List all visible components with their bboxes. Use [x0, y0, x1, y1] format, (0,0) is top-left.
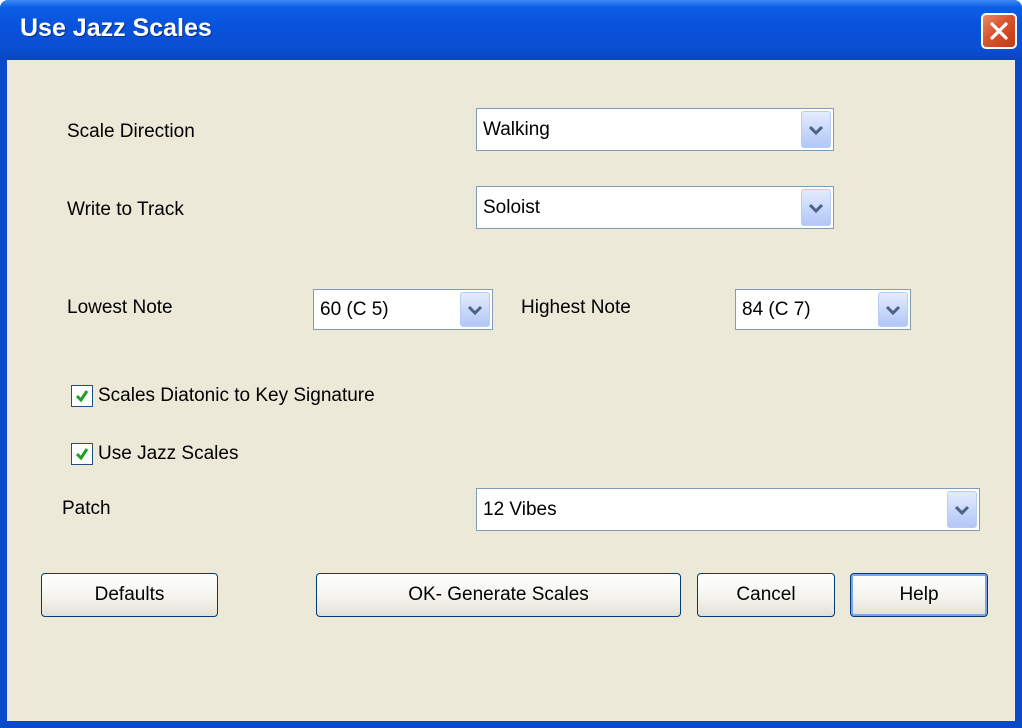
patch-value: 12 Vibes — [483, 498, 557, 520]
lowest-note-label: Lowest Note — [67, 297, 173, 318]
patch-dropdown-button[interactable] — [947, 491, 977, 528]
write-to-track-dropdown[interactable]: Soloist — [476, 186, 834, 229]
dialog-title: Use Jazz Scales — [20, 14, 212, 42]
dialog-body: Scale Direction Walking Write to Track S… — [7, 60, 1015, 721]
scales-diatonic-checkbox-row[interactable]: Scales Diatonic to Key Signature — [71, 385, 375, 407]
ok-generate-scales-button[interactable]: OK- Generate Scales — [316, 573, 681, 617]
checkmark-icon — [75, 390, 89, 403]
lowest-note-value: 60 (C 5) — [320, 298, 389, 320]
patch-label: Patch — [62, 498, 111, 519]
scale-direction-dropdown[interactable]: Walking — [476, 108, 834, 151]
checkmark-icon — [75, 448, 89, 461]
highest-note-dropdown-button[interactable] — [878, 292, 908, 327]
use-jazz-scales-checkbox[interactable] — [71, 443, 93, 465]
highest-note-dropdown[interactable]: 84 (C 7) — [735, 289, 911, 330]
use-jazz-scales-checkbox-row[interactable]: Use Jazz Scales — [71, 443, 238, 465]
highest-note-label: Highest Note — [521, 297, 631, 318]
write-to-track-value: Soloist — [483, 196, 541, 218]
close-icon — [990, 22, 1008, 40]
chevron-down-icon — [467, 305, 483, 315]
chevron-down-icon — [885, 305, 901, 315]
cancel-button[interactable]: Cancel — [697, 573, 835, 617]
lowest-note-dropdown-button[interactable] — [460, 292, 490, 327]
patch-dropdown[interactable]: 12 Vibes — [476, 488, 980, 531]
help-button[interactable]: Help — [850, 573, 988, 617]
use-jazz-scales-label: Use Jazz Scales — [98, 443, 239, 464]
chevron-down-icon — [954, 505, 970, 515]
title-bar[interactable]: Use Jazz Scales — [0, 0, 1022, 60]
write-to-track-dropdown-button[interactable] — [801, 189, 831, 226]
chevron-down-icon — [808, 203, 824, 213]
chevron-down-icon — [808, 125, 824, 135]
defaults-button[interactable]: Defaults — [41, 573, 218, 617]
scales-diatonic-label: Scales Diatonic to Key Signature — [98, 385, 375, 406]
scales-diatonic-checkbox[interactable] — [71, 385, 93, 407]
write-to-track-label: Write to Track — [67, 199, 184, 220]
highest-note-value: 84 (C 7) — [742, 298, 811, 320]
scale-direction-value: Walking — [483, 118, 550, 140]
scale-direction-dropdown-button[interactable] — [801, 111, 831, 148]
scale-direction-label: Scale Direction — [67, 121, 195, 142]
close-button[interactable] — [981, 13, 1017, 49]
dialog-window: Use Jazz Scales Scale Direction Walking … — [0, 0, 1022, 728]
lowest-note-dropdown[interactable]: 60 (C 5) — [313, 289, 493, 330]
